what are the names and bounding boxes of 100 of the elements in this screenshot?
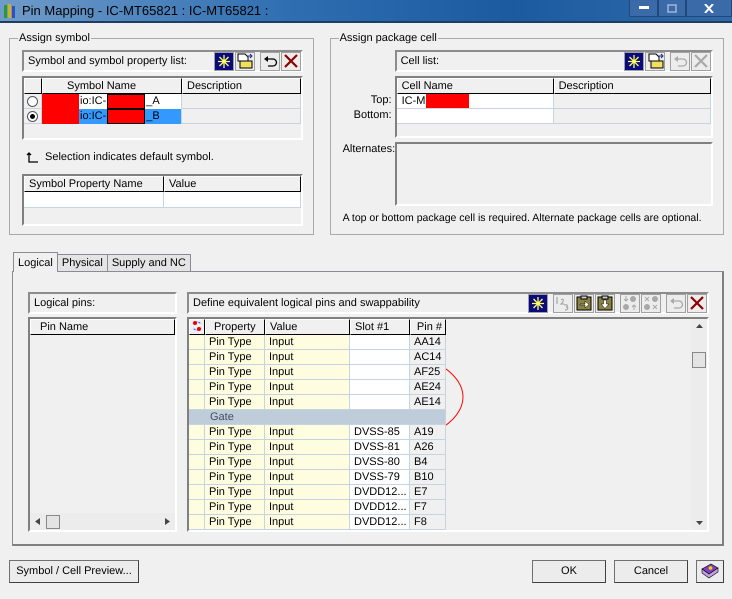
undo-button[interactable] bbox=[260, 52, 280, 70]
column-header[interactable]: Pin Name bbox=[30, 319, 175, 335]
tab[interactable]: Physical bbox=[56, 254, 108, 272]
table-cell: Pin Type bbox=[205, 440, 265, 455]
delete-icon bbox=[693, 53, 709, 69]
table-cell: DVSS-80 bbox=[350, 455, 410, 470]
delete-button[interactable] bbox=[280, 52, 301, 70]
table-cell: Input bbox=[265, 335, 350, 350]
table-cell: Input bbox=[265, 515, 350, 530]
radio-button[interactable] bbox=[27, 96, 38, 106]
table-cell: Input bbox=[265, 425, 350, 440]
minimize-button[interactable] bbox=[629, 0, 658, 17]
table-cell: Input bbox=[265, 365, 350, 380]
corner-arrow-icon bbox=[26, 152, 38, 164]
paste-right-button[interactable] bbox=[574, 294, 594, 312]
new-button[interactable] bbox=[528, 294, 548, 312]
row-label: Top: bbox=[370, 93, 393, 108]
tab[interactable]: Logical bbox=[13, 252, 58, 272]
table-cell: Pin Type bbox=[205, 365, 265, 380]
cancel-button[interactable]: Cancel bbox=[614, 560, 688, 582]
toolbar-label: Cell list: bbox=[400, 55, 440, 67]
down-arrow-icon bbox=[696, 521, 702, 525]
column-header[interactable]: Value bbox=[164, 176, 301, 192]
table-cell[interactable]: io:IC- _B bbox=[42, 109, 182, 124]
column-header[interactable]: Pin # bbox=[410, 319, 446, 335]
table-cell: Input bbox=[265, 500, 350, 515]
table-cell: AE14 bbox=[410, 395, 446, 410]
delete-button[interactable] bbox=[687, 294, 707, 312]
tab[interactable]: Supply and NC bbox=[106, 254, 191, 272]
sparkle-icon bbox=[214, 52, 233, 70]
help-button[interactable] bbox=[696, 560, 724, 582]
table-cell: Pin Type bbox=[205, 515, 265, 530]
table-cell[interactable] bbox=[396, 109, 554, 124]
table-cell: DVSS-81 bbox=[350, 440, 410, 455]
symbol-name-text: _B bbox=[145, 109, 161, 124]
note-text: A top or bottom package cell is required. Alternate package cells are optional. bbox=[342, 212, 703, 224]
table-cell: AE24 bbox=[410, 380, 446, 395]
cell-name-text: IC-M bbox=[400, 94, 426, 108]
toolbar-label: Symbol and symbol property list: bbox=[28, 55, 188, 67]
swap-dots-icon bbox=[622, 295, 638, 311]
import-button[interactable] bbox=[234, 52, 255, 70]
maximize-button[interactable] bbox=[658, 0, 686, 17]
group-title: Assign symbol bbox=[18, 32, 91, 44]
table-cell: AF25 bbox=[410, 365, 446, 380]
symbol-name-text: _A bbox=[145, 94, 161, 109]
column-header[interactable]: Property bbox=[205, 319, 265, 335]
delete-icon bbox=[689, 295, 705, 311]
table-cell: Input bbox=[265, 350, 350, 365]
close-icon bbox=[704, 4, 714, 12]
column-header[interactable]: Cell Name bbox=[396, 78, 554, 94]
table-cell: Pin Type bbox=[205, 425, 265, 440]
close-button[interactable] bbox=[686, 0, 732, 17]
numbering-icon bbox=[555, 295, 571, 311]
table-cell: DVDD12... bbox=[350, 500, 410, 515]
table-cell: Pin Type bbox=[205, 470, 265, 485]
table-cell: Input bbox=[265, 485, 350, 500]
group-title: Assign package cell bbox=[338, 32, 438, 44]
table-cell[interactable]: io:IC- _A bbox=[42, 94, 182, 109]
column-header[interactable] bbox=[189, 319, 205, 335]
table-cell: B10 bbox=[410, 470, 446, 485]
group-row[interactable]: Gate bbox=[189, 410, 446, 425]
table-cell: Pin Type bbox=[205, 350, 265, 365]
ok-button[interactable]: OK bbox=[532, 560, 606, 582]
paste-down-button[interactable] bbox=[595, 294, 615, 312]
table-cell[interactable]: IC-M bbox=[396, 94, 554, 109]
column-header[interactable]: Slot #1 bbox=[350, 319, 410, 335]
scroll-thumb[interactable] bbox=[692, 352, 706, 368]
redaction-mark bbox=[107, 109, 146, 124]
table-cell: Pin Type bbox=[205, 335, 265, 350]
help-book-icon bbox=[701, 563, 719, 579]
sparkle-icon bbox=[625, 52, 643, 70]
preview-button[interactable]: Symbol / Cell Preview... bbox=[9, 560, 139, 582]
table-cell bbox=[350, 380, 410, 395]
table-cell: DVDD12... bbox=[350, 515, 410, 530]
table-cell bbox=[189, 515, 205, 530]
vertical-scrollbar[interactable] bbox=[691, 319, 707, 530]
table-cell bbox=[350, 350, 410, 365]
horizontal-scrollbar[interactable] bbox=[30, 513, 175, 530]
redaction-mark bbox=[42, 94, 79, 109]
table-cell: DVDD12... bbox=[350, 485, 410, 500]
new-button[interactable] bbox=[624, 52, 644, 70]
column-header[interactable]: Description bbox=[554, 78, 711, 94]
import-button[interactable] bbox=[645, 52, 665, 70]
table-cell bbox=[189, 365, 205, 380]
table-cell: AC14 bbox=[410, 350, 446, 365]
alternates-list[interactable] bbox=[394, 142, 713, 206]
column-header[interactable]: Description bbox=[182, 78, 301, 94]
column-header[interactable]: Symbol Name bbox=[42, 78, 182, 94]
column-header[interactable]: Symbol Property Name bbox=[24, 176, 164, 192]
table-cell bbox=[189, 380, 205, 395]
sparkle-icon bbox=[529, 294, 547, 312]
table-cell bbox=[189, 350, 205, 365]
table-cell: A19 bbox=[410, 425, 446, 440]
refresh-dots-icon bbox=[191, 320, 203, 332]
scroll-thumb[interactable] bbox=[46, 514, 60, 528]
radio-button[interactable] bbox=[27, 110, 38, 122]
column-header[interactable]: Value bbox=[265, 319, 350, 335]
table-cell bbox=[350, 335, 410, 350]
table-cell bbox=[189, 485, 205, 500]
new-button[interactable] bbox=[214, 52, 234, 70]
